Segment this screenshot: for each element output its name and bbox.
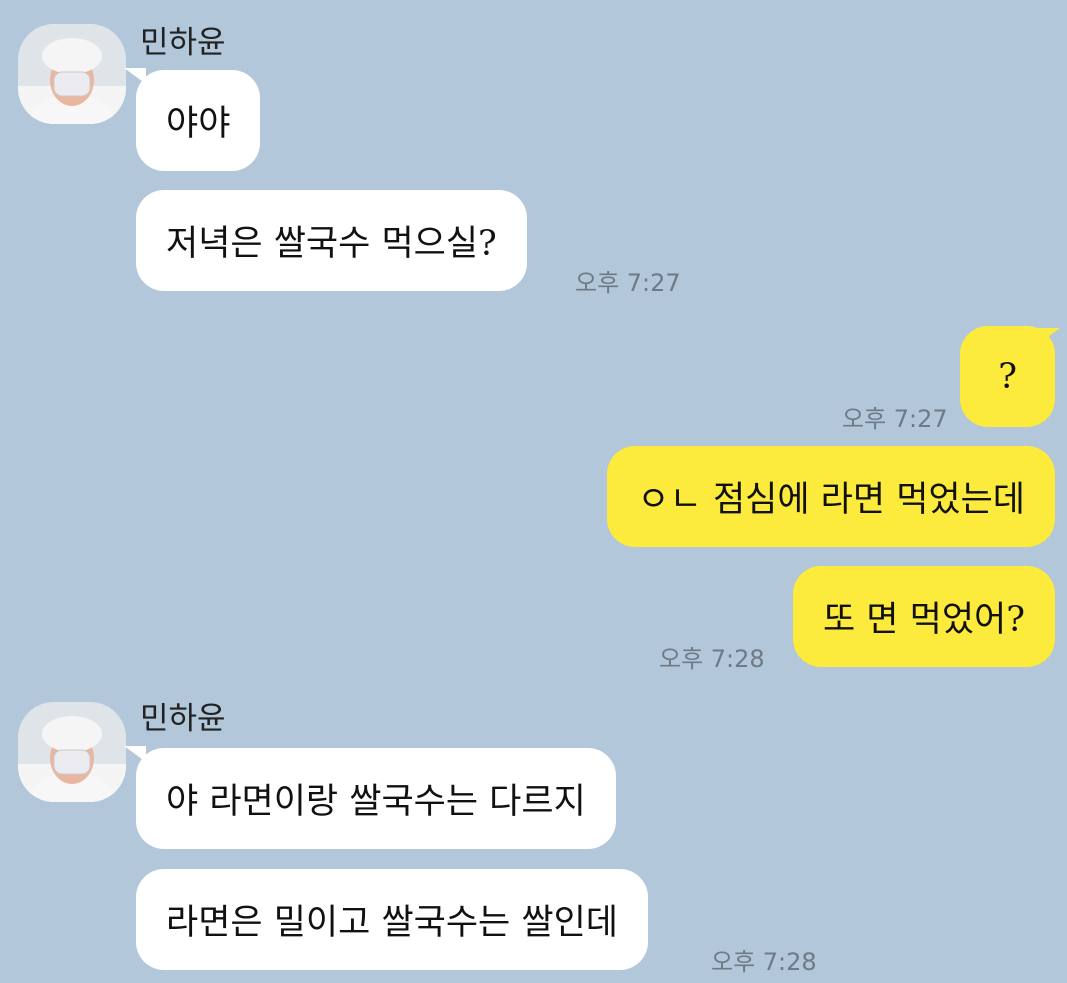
user-photo-icon [18, 702, 126, 802]
avatar[interactable] [18, 702, 126, 802]
message-bubble[interactable]: 저녁은 쌀국수 먹으실? [136, 190, 527, 291]
user-photo-icon [18, 24, 126, 124]
message-bubble[interactable]: 또 면 먹었어? [792, 566, 1055, 667]
message-timestamp: 오후 7:28 [711, 948, 817, 976]
avatar[interactable] [18, 24, 126, 124]
message-bubble[interactable]: ㅇㄴ 점심에 라면 먹었는데 [607, 446, 1055, 547]
sender-name: 민하윤 [140, 25, 226, 61]
message-timestamp: 오후 7:27 [575, 269, 681, 297]
message-bubble[interactable]: 야 라면이랑 쌀국수는 다르지 [136, 748, 616, 849]
message-timestamp: 오후 7:28 [659, 645, 765, 673]
message-bubble[interactable]: 라면은 밀이고 쌀국수는 쌀인데 [136, 869, 648, 970]
message-bubble[interactable]: 야야 [136, 70, 261, 171]
message-timestamp: 오후 7:27 [842, 405, 948, 433]
sender-name: 민하윤 [140, 701, 226, 737]
message-bubble[interactable]: ? [960, 326, 1055, 427]
